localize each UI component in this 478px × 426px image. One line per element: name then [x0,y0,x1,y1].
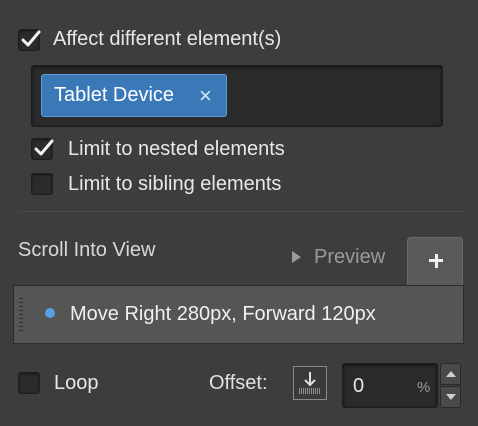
action-list: Move Right 280px, Forward 120px [13,285,464,344]
limit-nested-label: Limit to nested elements [68,138,285,160]
limit-sibling-label: Limit to sibling elements [68,173,282,195]
play-icon[interactable] [292,251,301,263]
anchor-bottom-icon[interactable] [293,366,327,400]
offset-input[interactable]: 0 % [342,363,438,408]
limit-sibling-checkbox[interactable] [31,173,53,195]
affect-different-checkbox[interactable] [18,29,41,51]
action-item[interactable]: Move Right 280px, Forward 120px [70,303,376,326]
decrement-button[interactable] [440,386,461,408]
loop-checkbox[interactable] [18,372,40,394]
target-elements-field[interactable]: Tablet Device × [31,65,443,127]
offset-label: Offset: [209,372,268,394]
affect-different-label: Affect different element(s) [53,28,282,50]
interaction-settings-panel: Affect different element(s) Tablet Devic… [0,0,478,426]
limit-nested-checkbox[interactable] [31,138,54,160]
close-icon[interactable]: × [199,75,219,116]
checkmark-icon [34,139,54,156]
drag-handle-icon[interactable] [19,298,23,332]
chevron-down-icon [446,394,456,400]
action-dot-icon [45,308,55,318]
chevron-up-icon [446,371,456,377]
checkmark-icon [21,30,41,47]
offset-unit: % [417,379,431,396]
target-tag-label: Tablet Device [54,84,175,106]
increment-button[interactable] [440,363,461,385]
offset-stepper[interactable] [440,363,461,408]
loop-label: Loop [54,372,99,394]
add-action-button[interactable] [407,237,463,285]
preview-button[interactable]: Preview [314,246,385,269]
trigger-title: Scroll Into View [18,239,156,261]
offset-value: 0 [353,375,365,397]
target-tag[interactable]: Tablet Device × [41,74,227,117]
divider [18,211,465,212]
